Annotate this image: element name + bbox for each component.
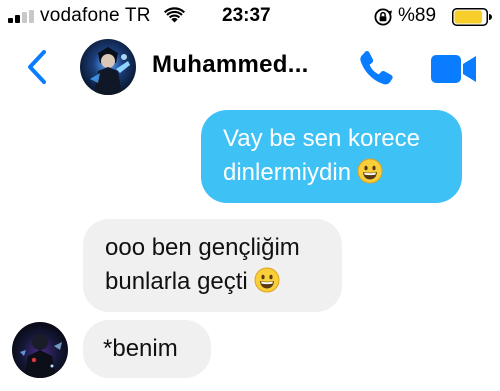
message-line-with-emoji: dinlermiydin xyxy=(223,156,440,190)
message-line: *benim xyxy=(103,335,178,362)
back-chevron-icon[interactable] xyxy=(20,47,54,87)
message-bubble-outgoing[interactable]: Vay be sen korece dinlermiydin xyxy=(201,110,462,203)
battery-icon xyxy=(452,8,492,26)
battery-percent: %89 xyxy=(398,5,437,26)
messenger-screen: vodafone TR 23:37 %89 Muhammed... Vay be… xyxy=(0,0,500,391)
carrier-name: vodafone TR xyxy=(40,5,151,26)
message-line-text: dinlermiydin xyxy=(223,159,352,186)
message-line: Vay be sen korece xyxy=(223,125,421,152)
contact-avatar[interactable] xyxy=(80,39,136,95)
message-line: ooo ben gençliğim xyxy=(105,234,300,261)
clock: 23:37 xyxy=(222,5,271,26)
video-camera-icon[interactable] xyxy=(430,52,478,86)
contact-name[interactable]: Muhammed... xyxy=(152,51,309,79)
status-bar: vodafone TR 23:37 %89 xyxy=(0,0,500,32)
grinning-face-emoji-icon xyxy=(357,158,383,184)
sender-avatar[interactable] xyxy=(12,322,68,378)
grinning-face-emoji-icon xyxy=(254,267,280,293)
orientation-lock-icon xyxy=(374,8,392,26)
message-bubble-incoming[interactable]: *benim xyxy=(83,320,211,378)
battery-fill xyxy=(454,10,483,24)
wifi-icon xyxy=(164,7,185,23)
phone-icon[interactable] xyxy=(356,48,396,88)
signal-bars-icon xyxy=(8,10,34,23)
conversation-header: Muhammed... xyxy=(0,34,500,100)
message-bubble-incoming[interactable]: ooo ben gençliğim bunlarla geçti xyxy=(83,219,342,312)
message-line-text: bunlarla geçti xyxy=(105,268,248,295)
message-line-with-emoji: bunlarla geçti xyxy=(105,265,320,299)
